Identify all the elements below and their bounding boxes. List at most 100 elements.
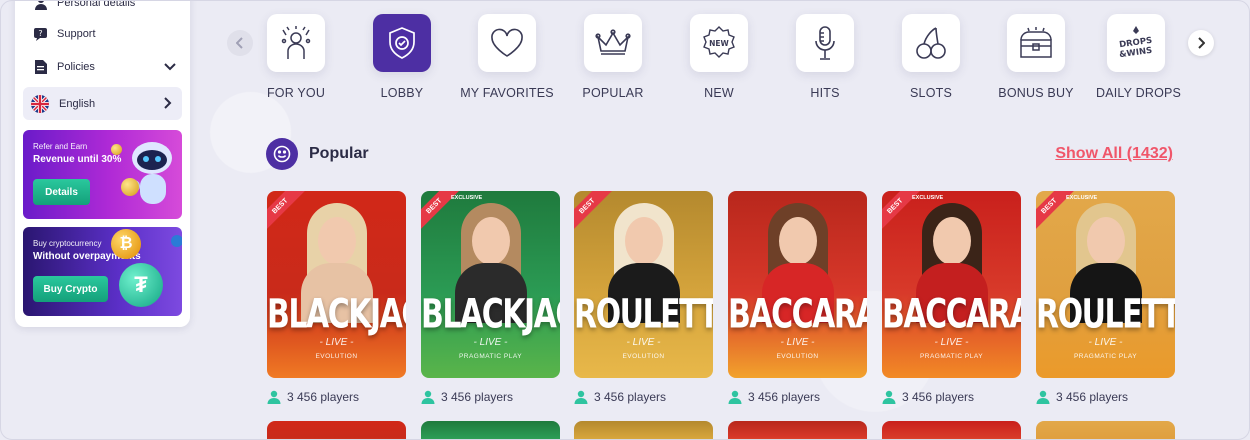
player-icon (574, 390, 588, 404)
game-card[interactable]: ROULETTE - LIVE - PRAGMATIC PLAY BEST EX… (1036, 191, 1175, 378)
support-icon: ? (33, 26, 49, 42)
treasure-chest-icon (1007, 14, 1065, 72)
player-count-text: 3 456 players (748, 390, 821, 404)
category-label: BONUS BUY (998, 86, 1074, 100)
category-popular[interactable]: POPULAR (563, 14, 663, 100)
game-live-label: - LIVE - (626, 337, 661, 348)
game-card-partial[interactable] (1036, 421, 1175, 439)
game-title: BLACKJACK (267, 290, 406, 339)
game-card[interactable]: BLACKJACK - LIVE - PRAGMATIC PLAY BEST E… (421, 191, 560, 378)
heart-icon (478, 14, 536, 72)
player-count-text: 3 456 players (441, 390, 514, 404)
promo-refer-and-earn[interactable]: Refer and Earn Revenue until 30% Details (23, 130, 182, 219)
category-daily-drops[interactable]: DROPS &WINS DAILY DROPS (1086, 14, 1186, 100)
sidebar-item-label: Personal details (57, 0, 136, 9)
player-count-text: 3 456 players (594, 390, 667, 404)
category-bonus-buy[interactable]: BONUS BUY (986, 14, 1086, 100)
category-label: NEW (704, 86, 734, 100)
gift-icon (267, 14, 325, 72)
chevron-left-icon (236, 37, 243, 49)
sidebar-item-label: Support (57, 27, 96, 40)
shield-check-icon (373, 14, 431, 72)
promo-buy-crypto[interactable]: Buy cryptocurrency Without overpayments … (23, 227, 182, 316)
player-count: 3 456 players (882, 390, 974, 404)
sidebar-item-personal-details[interactable]: Personal details (23, 0, 182, 17)
language-label: English (59, 97, 96, 110)
game-card[interactable]: BACCARAT - LIVE - PRAGMATIC PLAY BEST EX… (882, 191, 1021, 378)
coin-icon (111, 144, 122, 155)
coin-icon (121, 178, 139, 196)
game-provider: PRAGMATIC PLAY (1073, 353, 1138, 360)
category-label: SLOTS (910, 86, 952, 100)
player-count-text: 3 456 players (287, 390, 360, 404)
exclusive-label: EXCLUSIVE (1066, 195, 1098, 201)
player-icon (267, 390, 281, 404)
game-card-partial[interactable] (421, 421, 560, 439)
game-provider: EVOLUTION (315, 353, 358, 360)
bitcoin-coin-icon: ₿ (111, 229, 141, 259)
casino-page: Personal details ? Support Policies Engl… (0, 0, 1250, 440)
drops-wins-icon: DROPS &WINS (1107, 14, 1165, 72)
popular-section-icon (266, 138, 298, 170)
player-icon (728, 390, 742, 404)
chevron-right-icon (164, 96, 172, 112)
person-icon (33, 1, 49, 11)
player-count-text: 3 456 players (1056, 390, 1129, 404)
promo-subtitle: Buy cryptocurrency (33, 239, 102, 248)
category-lobby[interactable]: LOBBY (352, 14, 452, 100)
category-label: POPULAR (582, 86, 644, 100)
game-title: ROULETTE (1036, 290, 1175, 339)
exclusive-label: EXCLUSIVE (451, 195, 483, 201)
game-provider: PRAGMATIC PLAY (458, 353, 523, 360)
player-count: 3 456 players (574, 390, 666, 404)
buy-crypto-button[interactable]: Buy Crypto (33, 276, 108, 302)
cherry-icon (902, 14, 960, 72)
game-live-label: - LIVE - (319, 337, 354, 348)
game-title: BLACKJACK (421, 290, 560, 339)
show-all-link[interactable]: Show All (1432) (1055, 145, 1173, 163)
chevron-right-icon (1198, 37, 1205, 49)
game-provider: EVOLUTION (622, 353, 665, 360)
category-new[interactable]: NEW NEW (669, 14, 769, 100)
sidebar-item-policies[interactable]: Policies (23, 50, 182, 83)
uk-flag-icon (31, 94, 49, 113)
player-count-text: 3 456 players (902, 390, 975, 404)
game-live-label: - LIVE - (1088, 337, 1123, 348)
scroll-right-button[interactable] (1188, 30, 1214, 56)
section-title: Popular (309, 145, 369, 162)
sidebar-item-label: Policies (57, 60, 95, 73)
game-card[interactable]: BACCARAT - LIVE - EVOLUTION (728, 191, 867, 378)
tether-coin-icon: ₮ (119, 263, 163, 307)
sidebar-item-support[interactable]: ? Support (23, 17, 182, 50)
game-live-label: - LIVE - (934, 337, 969, 348)
category-my-favorites[interactable]: MY FAVORITES (457, 14, 557, 100)
player-count: 3 456 players (267, 390, 359, 404)
svg-text:?: ? (38, 29, 42, 38)
category-slots[interactable]: SLOTS (881, 14, 981, 100)
game-provider: EVOLUTION (776, 353, 819, 360)
microphone-icon (796, 14, 854, 72)
game-card-partial[interactable] (728, 421, 867, 439)
document-icon (33, 59, 49, 75)
robot-mascot-icon (122, 136, 180, 216)
category-hits[interactable]: HITS (775, 14, 875, 100)
sidebar-menu: Personal details ? Support Policies Engl… (15, 0, 190, 327)
language-selector[interactable]: English (23, 87, 182, 120)
category-label: HITS (810, 86, 840, 100)
player-icon (882, 390, 896, 404)
category-label: DAILY DROPS (1096, 86, 1182, 100)
exclusive-label: EXCLUSIVE (912, 195, 944, 201)
chevron-down-icon[interactable] (164, 60, 176, 74)
game-card-partial[interactable] (574, 421, 713, 439)
category-for-you[interactable]: FOR YOU (246, 14, 346, 100)
details-button[interactable]: Details (33, 179, 90, 205)
game-card[interactable]: ROULETTE - LIVE - EVOLUTION BEST (574, 191, 713, 378)
game-card-partial[interactable] (267, 421, 406, 439)
player-icon (1036, 390, 1050, 404)
promo-title: Without overpayments (33, 251, 141, 262)
game-card[interactable]: BLACKJACK - LIVE - EVOLUTION BEST (267, 191, 406, 378)
category-label: MY FAVORITES (460, 86, 554, 100)
player-count: 3 456 players (1036, 390, 1128, 404)
game-card-partial[interactable] (882, 421, 1021, 439)
game-title: ROULETTE (574, 290, 713, 339)
